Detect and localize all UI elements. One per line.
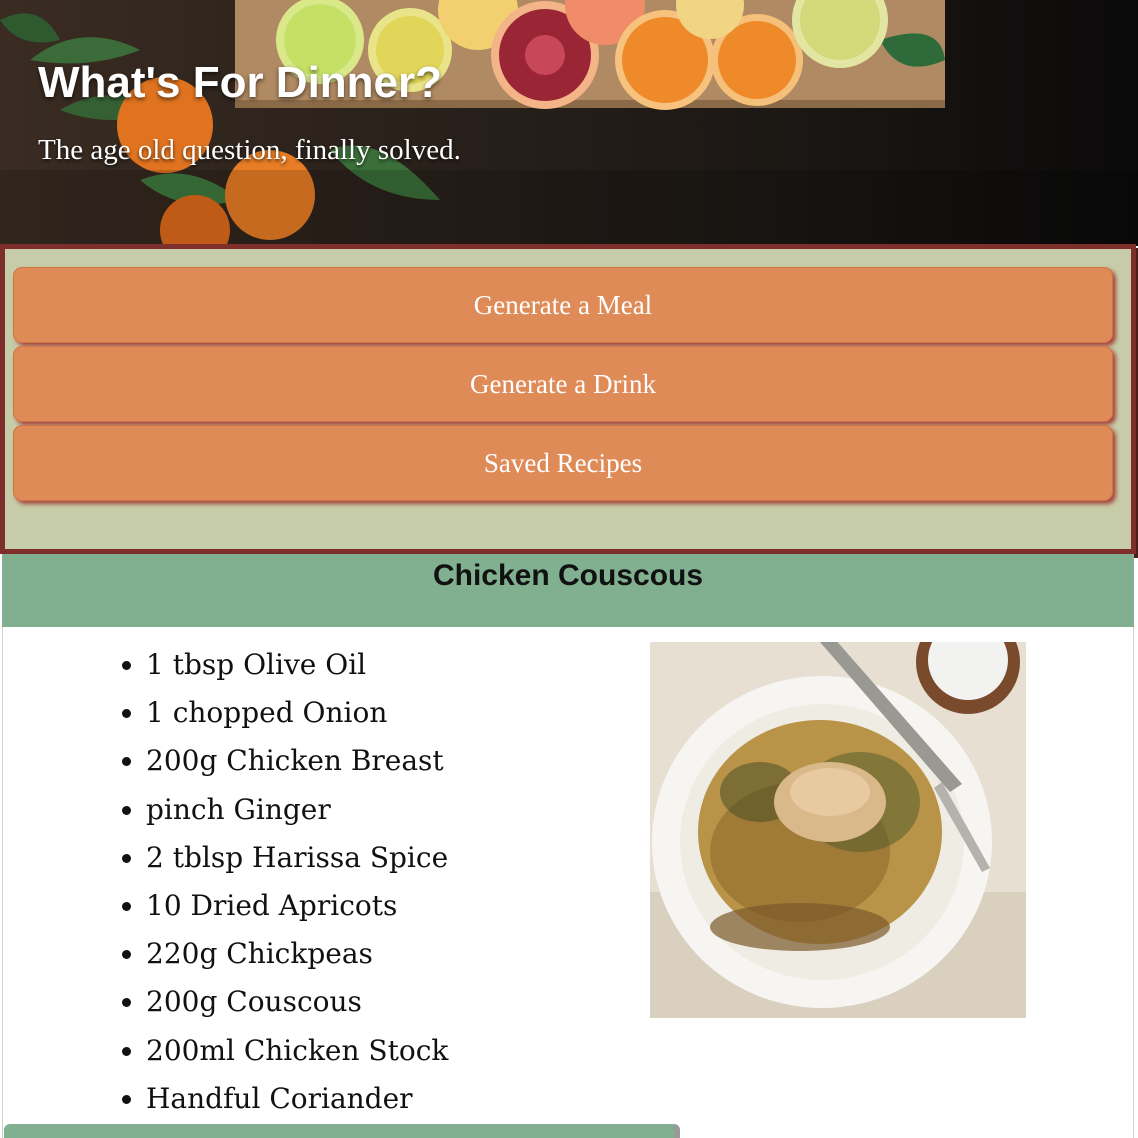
recipe-header: Chicken Couscous — [2, 554, 1134, 627]
ingredient-item: pinch Ginger — [122, 791, 626, 839]
ingredient-item: 200g Couscous — [122, 983, 626, 1031]
next-section-header — [4, 1124, 680, 1138]
ingredient-item: 200g Chicken Breast — [122, 742, 626, 790]
ingredient-item: 2 tblsp Harissa Spice — [122, 839, 626, 887]
ingredient-item: 1 tbsp Olive Oil — [122, 646, 626, 694]
ingredient-item: 220g Chickpeas — [122, 935, 626, 983]
generate-drink-button[interactable]: Generate a Drink — [13, 346, 1113, 422]
ingredient-item: Handful Coriander — [122, 1080, 626, 1128]
ingredient-item: 10 Dried Apricots — [122, 887, 626, 935]
recipe-title: Chicken Couscous — [432, 559, 704, 592]
generate-meal-button[interactable]: Generate a Meal — [13, 267, 1113, 343]
recipe-photo — [650, 642, 1026, 1018]
saved-recipes-button[interactable]: Saved Recipes — [13, 425, 1113, 501]
ingredient-item: 1 chopped Onion — [122, 694, 626, 742]
page-subtitle: The age old question, finally solved. — [38, 134, 461, 166]
ingredient-list: 1 tbsp Olive Oil 1 chopped Onion 200g Ch… — [122, 646, 626, 1128]
page-title: What's For Dinner? — [38, 58, 443, 107]
citrus-background-image — [0, 0, 1138, 246]
hero-banner: What's For Dinner? The age old question,… — [0, 0, 1138, 246]
action-panel: Generate a Meal Generate a Drink Saved R… — [0, 244, 1136, 554]
ingredient-item: 200ml Chicken Stock — [122, 1032, 626, 1080]
